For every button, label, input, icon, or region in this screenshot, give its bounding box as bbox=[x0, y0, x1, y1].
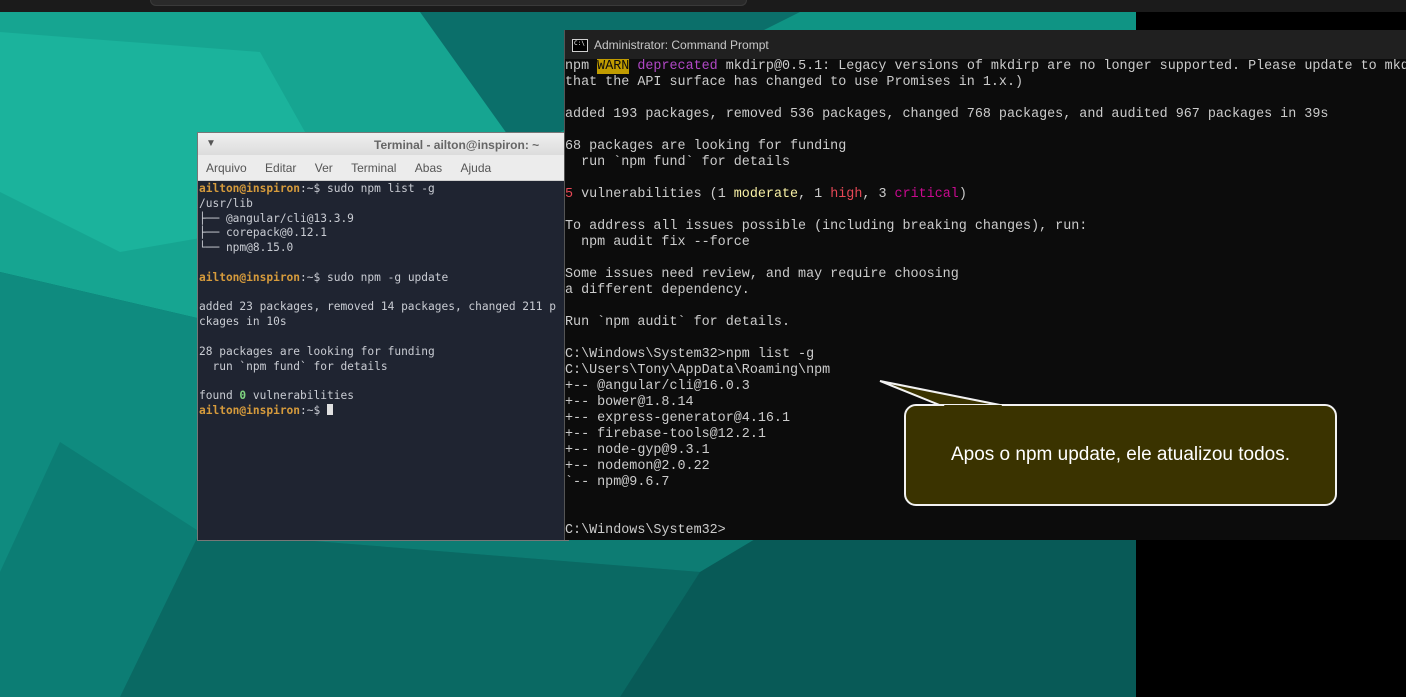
vuln-critical: critical bbox=[894, 187, 959, 202]
address-bar[interactable] bbox=[150, 0, 747, 6]
top-bar bbox=[0, 0, 1406, 12]
found-prefix: found bbox=[199, 389, 240, 403]
command-line: sudo npm list -g bbox=[327, 182, 435, 195]
prompt-user: ailton@inspiron bbox=[199, 182, 301, 195]
warn-tag: WARN bbox=[597, 59, 630, 74]
run-audit: Run `npm audit` for details. bbox=[565, 315, 790, 330]
prompt-user: ailton@inspiron bbox=[199, 270, 301, 284]
vuln-count: 5 bbox=[565, 187, 574, 202]
warn-npm: npm bbox=[565, 59, 598, 74]
linux-terminal-menubar: Arquivo Editar Ver Terminal Abas Ajuda bbox=[198, 155, 568, 181]
callout-text: Apos o npm update, ele atualizou todos. bbox=[950, 444, 1291, 465]
funding-line-1: 68 packages are looking for funding bbox=[565, 139, 847, 154]
warn-message-2: that the API surface has changed to use … bbox=[565, 75, 1024, 90]
prompt-suffix: :~$ bbox=[300, 182, 327, 195]
prompt-suffix: :~$ bbox=[300, 403, 327, 417]
vuln-text-a: vulnerabilities (1 bbox=[573, 187, 734, 202]
command-output: /usr/lib ├── @angular/cli@13.3.9 ├── cor… bbox=[199, 196, 354, 255]
linux-terminal-output[interactable]: ailton@inspiron:~$ sudo npm list -g /usr… bbox=[198, 181, 568, 419]
menu-abas[interactable]: Abas bbox=[415, 161, 442, 175]
menu-terminal[interactable]: Terminal bbox=[351, 161, 396, 175]
funding-line-2: run `npm fund` for details bbox=[565, 155, 790, 170]
window-menu-icon[interactable]: ▼ bbox=[206, 138, 216, 149]
menu-editar[interactable]: Editar bbox=[265, 161, 296, 175]
cmd-icon bbox=[572, 39, 588, 52]
address-advice: To address all issues possible (includin… bbox=[565, 219, 1088, 250]
list-output: C:\Users\Tony\AppData\Roaming\npm +-- @a… bbox=[565, 363, 831, 490]
prompt-suffix: :~$ bbox=[300, 270, 327, 284]
vuln-moderate: moderate bbox=[733, 187, 799, 202]
command-output: added 23 packages, removed 14 packages, … bbox=[199, 300, 556, 373]
command-line: sudo npm -g update bbox=[327, 270, 449, 284]
vuln-text-c: , 3 bbox=[862, 187, 895, 202]
cmd-titlebar[interactable]: Administrator: Command Prompt bbox=[565, 30, 1406, 59]
review-advice: Some issues need review, and may require… bbox=[565, 267, 959, 298]
added-summary: added 193 packages, removed 536 packages… bbox=[565, 107, 1329, 122]
menu-ver[interactable]: Ver bbox=[315, 161, 333, 175]
menu-ajuda[interactable]: Ajuda bbox=[461, 161, 492, 175]
vuln-text-b: , 1 bbox=[798, 187, 831, 202]
menu-arquivo[interactable]: Arquivo bbox=[206, 161, 247, 175]
list-command: C:\Windows\System32>npm list -g bbox=[565, 347, 815, 362]
final-prompt: C:\Windows\System32> bbox=[565, 523, 726, 538]
annotation-callout: Apos o npm update, ele atualizou todos. bbox=[904, 404, 1337, 506]
vuln-high: high bbox=[830, 187, 863, 202]
warn-deprecated: deprecated bbox=[637, 59, 718, 74]
linux-terminal-titlebar[interactable]: ▼ Terminal - ailton@inspiron: ~ bbox=[198, 133, 568, 155]
cmd-title: Administrator: Command Prompt bbox=[594, 38, 769, 52]
prompt-user: ailton@inspiron bbox=[199, 403, 301, 417]
linux-terminal-window[interactable]: ▼ Terminal - ailton@inspiron: ~ Arquivo … bbox=[197, 132, 569, 541]
vuln-text-d: ) bbox=[958, 187, 967, 202]
linux-terminal-title: Terminal - ailton@inspiron: ~ bbox=[374, 138, 540, 152]
text-cursor bbox=[327, 403, 333, 415]
warn-message: mkdirp@0.5.1: Legacy versions of mkdirp … bbox=[717, 59, 1406, 74]
found-suffix: vulnerabilities bbox=[246, 389, 354, 403]
